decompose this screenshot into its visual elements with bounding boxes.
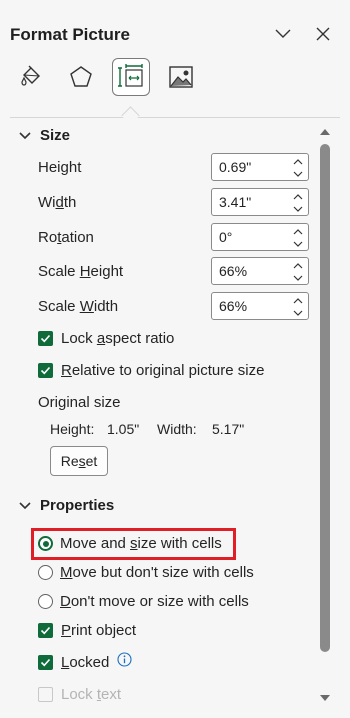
lock-text-checkbox: Lock text (38, 686, 121, 703)
scale-width-label: Scale Width (38, 298, 119, 315)
scale-height-label: Scale Height (38, 263, 124, 280)
rotation-spinner[interactable]: 0° (211, 223, 309, 251)
radio-unselected-icon[interactable] (38, 594, 53, 609)
width-spinner[interactable]: 3.41" (211, 188, 309, 216)
relative-original-size-label: Relative to original picture size (61, 362, 265, 379)
info-icon[interactable] (117, 652, 132, 667)
original-width-label: Width: (157, 421, 197, 437)
lock-text-label: Lock text (61, 686, 122, 703)
scale-height-spinner[interactable]: 66% (211, 257, 309, 285)
height-label: Height (38, 159, 82, 176)
relative-original-size-checkbox[interactable]: Relative to original picture size (38, 362, 264, 379)
lock-aspect-ratio-checkbox[interactable]: Lock aspect ratio (38, 330, 174, 347)
scrollbar-thumb[interactable] (320, 144, 330, 652)
tab-separator (10, 117, 340, 118)
original-size-label: Original size (38, 394, 121, 411)
original-height-value: 1.05" (107, 421, 140, 437)
height-spinner[interactable]: 0.69" (211, 153, 309, 181)
checkbox-checked-icon[interactable] (38, 331, 53, 346)
reset-button[interactable]: Re s et (50, 446, 108, 476)
print-object-checkbox[interactable]: Print object (38, 622, 136, 639)
checkbox-checked-icon[interactable] (38, 623, 53, 638)
properties-section-header[interactable]: Properties (18, 497, 114, 514)
pane-title: Format Picture (10, 25, 130, 44)
paint-bucket-icon (21, 65, 40, 86)
spin-arrows-icon[interactable] (292, 192, 304, 214)
size-properties-icon (118, 64, 143, 87)
tab-size-properties[interactable] (112, 58, 150, 96)
properties-section-title: Properties (40, 497, 115, 514)
move-and-size-radio[interactable]: Move and size with cells (38, 535, 222, 552)
chevron-down-icon (19, 131, 31, 139)
spin-arrows-icon[interactable] (292, 227, 304, 249)
no-move-no-size-label: Don't move or size with cells (60, 593, 249, 610)
move-and-size-label: Move and size with cells (60, 535, 222, 552)
format-picture-pane: Format Picture Size Height 0.69" Width 3… (0, 0, 350, 718)
locked-label: Locked (61, 654, 110, 671)
size-section-title: Size (40, 127, 71, 144)
size-section-header[interactable]: Size (18, 127, 70, 144)
lock-aspect-ratio-label: Lock aspect ratio (61, 330, 175, 347)
checkbox-checked-icon[interactable] (38, 363, 53, 378)
checkbox-unchecked-icon (38, 687, 53, 702)
scale-height-value: 66% (219, 263, 248, 279)
original-height-label: Height: (50, 421, 95, 437)
category-tabs (0, 58, 350, 102)
spin-arrows-icon[interactable] (292, 157, 304, 179)
width-value: 3.41" (219, 194, 252, 210)
move-no-size-label: Move but don't size with cells (60, 564, 254, 581)
scale-width-value: 66% (219, 298, 248, 314)
tab-effects[interactable] (62, 58, 100, 96)
radio-selected-icon[interactable] (38, 536, 53, 551)
rotation-label: Rotation (38, 229, 94, 246)
scroll-up-icon[interactable] (319, 128, 331, 136)
locked-checkbox[interactable]: Locked (38, 654, 109, 671)
chevron-down-icon (275, 29, 291, 38)
spin-arrows-icon[interactable] (292, 261, 304, 283)
picture-icon (169, 66, 193, 88)
original-width-value: 5.17" (212, 421, 245, 437)
scale-width-spinner[interactable]: 66% (211, 292, 309, 320)
move-no-size-radio[interactable]: Move but don't size with cells (38, 564, 254, 581)
radio-unselected-icon[interactable] (38, 565, 53, 580)
scroll-down-icon[interactable] (319, 694, 331, 702)
no-move-no-size-radio[interactable]: Don't move or size with cells (38, 593, 249, 610)
height-value: 0.69" (219, 159, 252, 175)
checkbox-checked-icon[interactable] (38, 655, 53, 670)
pentagon-icon (70, 66, 92, 87)
print-object-label: Print object (61, 622, 137, 639)
tab-picture[interactable] (162, 58, 200, 96)
width-label: Width (38, 194, 77, 211)
rotation-value: 0° (219, 229, 233, 245)
close-pane-button[interactable] (313, 24, 333, 44)
collapse-pane-button[interactable] (273, 24, 293, 44)
spin-arrows-icon[interactable] (292, 296, 304, 318)
tab-fill-line[interactable] (12, 58, 50, 96)
active-tab-pointer (121, 106, 140, 125)
close-icon (316, 27, 330, 41)
chevron-down-icon (19, 501, 31, 509)
